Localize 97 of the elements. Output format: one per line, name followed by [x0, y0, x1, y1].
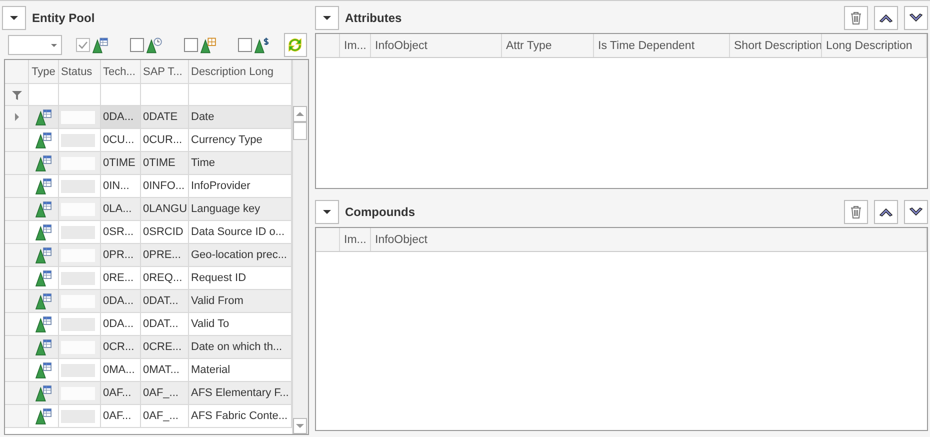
- table-cell: 0PRE...: [141, 244, 189, 266]
- caret-icon: [51, 44, 58, 46]
- caret-icon: [10, 16, 18, 20]
- triangle-table-icon: [35, 154, 52, 172]
- triangle-table-icon: [35, 200, 52, 218]
- table-cell: 0RE...: [101, 267, 141, 289]
- column-header[interactable]: InfoObject: [371, 34, 502, 57]
- trash-icon: [848, 204, 864, 220]
- triangle-table-icon: [35, 224, 52, 240]
- panel-title: Entity Pool: [32, 11, 95, 25]
- table-cell: 0CR...: [101, 336, 141, 358]
- triangle-table-icon: [35, 316, 52, 332]
- table-cell: 0AF_...: [141, 405, 189, 427]
- table-cell: 0MAT...: [141, 359, 189, 381]
- collapse-button[interactable]: [315, 200, 339, 224]
- caret-icon: [323, 16, 331, 20]
- triangle-table-icon: [92, 36, 108, 54]
- table-cell: 0MA...: [101, 359, 141, 381]
- table-cell: 0AF...: [101, 405, 141, 427]
- panel-title: Attributes: [345, 11, 402, 25]
- caret-up-icon: [296, 112, 304, 116]
- triangle-dollar-icon: [254, 36, 270, 54]
- table-cell: 0INFO...: [141, 175, 189, 197]
- table-row[interactable]: 0TIME 0TIME Time: [5, 152, 292, 175]
- table-cell: 0DAT...: [141, 290, 189, 312]
- panel-title: Compounds: [345, 205, 415, 219]
- table-cell: 0CRE...: [141, 336, 189, 358]
- delete-button[interactable]: [844, 200, 868, 224]
- table-cell: 0IN...: [101, 175, 141, 197]
- triangle-table-icon: [35, 178, 52, 194]
- table-cell: 0AF_...: [141, 382, 189, 404]
- caret-down-icon: [296, 424, 304, 428]
- collapse-button[interactable]: [2, 6, 26, 30]
- table-row[interactable]: 0AF... 0AF_... AFS Fabric Conte...: [5, 405, 292, 428]
- table-row[interactable]: 0LA... 0LANGU Language key: [5, 198, 292, 221]
- column-header[interactable]: Im...: [340, 228, 371, 251]
- column-header[interactable]: SAP T...: [141, 60, 189, 83]
- triangle-table-icon: [35, 338, 52, 356]
- table-cell: 0DA...: [101, 290, 141, 312]
- table-cell: 0TIME: [101, 152, 141, 174]
- column-header[interactable]: Tech...: [101, 60, 141, 83]
- filter-icon: [12, 90, 22, 100]
- column-header[interactable]: InfoObject: [371, 228, 927, 251]
- table-cell: 0CUR...: [141, 129, 189, 151]
- scroll-thumb[interactable]: [293, 122, 308, 140]
- refresh-button[interactable]: [284, 33, 308, 57]
- scrollbar[interactable]: [292, 60, 308, 434]
- table-cell: 0SRCID: [141, 221, 189, 243]
- table-cell: 0DAT...: [141, 313, 189, 335]
- move-up-button[interactable]: [874, 6, 898, 30]
- checkbox[interactable]: [130, 38, 144, 52]
- triangle-table-icon: [35, 108, 52, 126]
- triangle-grid-icon: [200, 36, 216, 54]
- refresh-icon: [286, 36, 304, 54]
- triangle-clock-icon: [146, 36, 162, 54]
- triangle-table-icon: [35, 132, 52, 148]
- move-up-button[interactable]: [874, 200, 898, 224]
- scroll-up-button[interactable]: [293, 106, 308, 122]
- table-cell: 0DA...: [101, 313, 141, 335]
- column-header[interactable]: Long Description: [822, 34, 927, 57]
- table-cell: 0REQ...: [141, 267, 189, 289]
- scroll-down-button[interactable]: [293, 418, 308, 434]
- triangle-table-icon: [35, 384, 52, 402]
- delete-button[interactable]: [844, 6, 868, 30]
- row-indicator-icon: [14, 113, 18, 121]
- triangle-table-icon: [35, 292, 52, 310]
- checkbox[interactable]: [184, 38, 198, 52]
- table-row[interactable]: 0DA... 0DAT... Valid From: [5, 290, 292, 313]
- caret-icon: [323, 210, 331, 214]
- table-row[interactable]: 0AF... 0AF_... AFS Elementary F...: [5, 382, 292, 405]
- table-row[interactable]: 0PR... 0PRE... Geo-location prec...: [5, 244, 292, 267]
- checkbox[interactable]: [238, 38, 252, 52]
- column-header[interactable]: Type: [29, 60, 59, 83]
- triangle-table-icon: [35, 270, 52, 286]
- move-down-button[interactable]: [904, 6, 928, 30]
- column-header[interactable]: Status: [59, 60, 101, 83]
- trash-icon: [848, 10, 864, 26]
- column-header[interactable]: Im...: [340, 34, 371, 57]
- column-header[interactable]: Is Time Dependent: [594, 34, 730, 57]
- table-cell: 0SR...: [101, 221, 141, 243]
- column-header[interactable]: Attr Type: [502, 34, 594, 57]
- table-cell: 0CU...: [101, 129, 141, 151]
- triangle-table-icon: [35, 362, 52, 378]
- table-cell: 0DA...: [101, 106, 141, 128]
- table-cell: 0DATE: [141, 106, 189, 128]
- table-cell: 0PR...: [101, 244, 141, 266]
- table-cell: 0AF...: [101, 382, 141, 404]
- move-down-button[interactable]: [904, 200, 928, 224]
- table-row[interactable]: 0DA... 0DATE Date: [5, 106, 292, 129]
- collapse-button[interactable]: [315, 6, 339, 30]
- table-cell: 0LANGU: [141, 198, 189, 220]
- table-cell: 0TIME: [141, 152, 189, 174]
- table-row[interactable]: 0CR... 0CRE... Date on which th...: [5, 336, 292, 359]
- triangle-table-icon: [35, 246, 52, 264]
- table-cell: 0LA...: [101, 198, 141, 220]
- dropdown[interactable]: [8, 35, 62, 55]
- triangle-table-icon: [35, 408, 52, 424]
